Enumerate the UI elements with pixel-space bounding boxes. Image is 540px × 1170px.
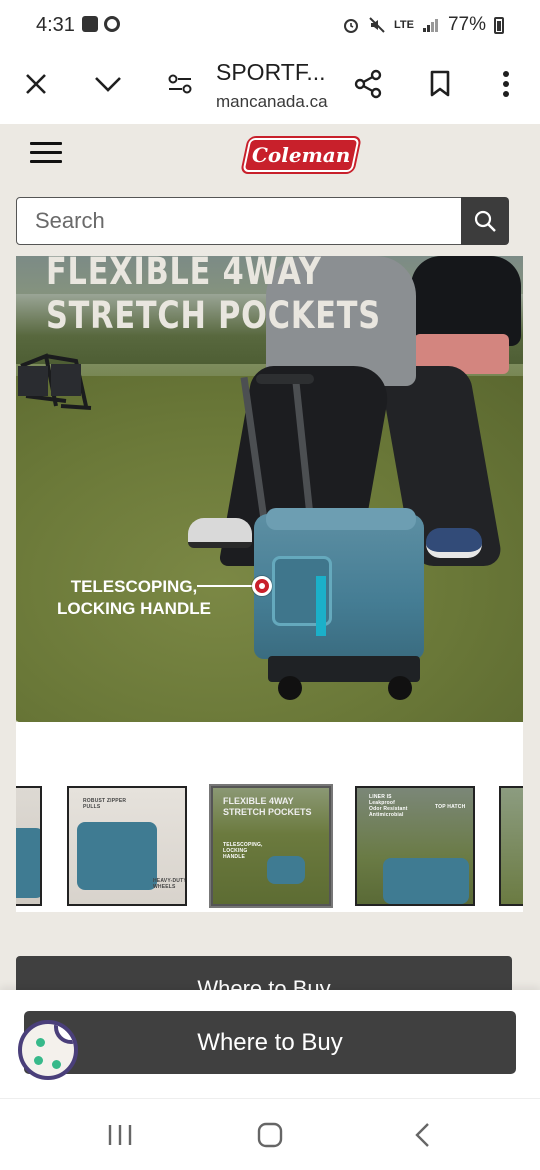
mute-icon bbox=[369, 17, 385, 33]
more-vert-icon bbox=[503, 71, 509, 97]
home-button[interactable] bbox=[240, 1115, 300, 1155]
thumbnail-2-selected[interactable]: FLEXIBLE 4WAY STRETCH POCKETS TELESCOPIN… bbox=[211, 786, 331, 906]
cooler-strap bbox=[316, 576, 326, 636]
recents-icon bbox=[108, 1125, 132, 1145]
recent-apps-button[interactable] bbox=[90, 1115, 150, 1155]
page-title: SPORTF... bbox=[216, 59, 326, 85]
search-box bbox=[16, 197, 462, 245]
brand-logo[interactable]: Coleman bbox=[242, 138, 360, 172]
site-settings-button[interactable] bbox=[158, 62, 202, 106]
minimize-button[interactable] bbox=[86, 62, 130, 106]
page-url[interactable]: mancanada.ca bbox=[216, 92, 338, 112]
walker-shoe bbox=[426, 528, 482, 558]
cooler-wheel bbox=[388, 676, 412, 700]
cookie-settings-icon[interactable] bbox=[18, 1020, 78, 1080]
alarm-icon bbox=[344, 19, 358, 33]
sticky-cta-bar: Where to Buy bbox=[0, 990, 540, 1098]
cooler-lid bbox=[266, 508, 416, 530]
close-icon bbox=[26, 74, 46, 94]
search-input[interactable] bbox=[17, 198, 461, 244]
thumb-headline-line1: FLEXIBLE 4WAY bbox=[223, 796, 294, 806]
cookie-chip bbox=[34, 1056, 43, 1065]
gallery-icon bbox=[82, 16, 98, 32]
status-bar: 4:31 LTE 77% bbox=[0, 0, 540, 50]
handle-callout-label: TELESCOPING, LOCKING HANDLE bbox=[44, 576, 224, 620]
thumbnail-0[interactable] bbox=[16, 786, 42, 906]
where-to-buy-inline-button[interactable]: Where to Buy bbox=[16, 956, 512, 990]
brand-logo-text: Coleman bbox=[251, 143, 351, 167]
hero-headline-line1: FLEXIBLE 4WAY bbox=[46, 256, 322, 293]
callout-connector bbox=[197, 585, 257, 587]
cookie-chip bbox=[36, 1038, 45, 1047]
thumb-liner-line4: Antimicrobial bbox=[369, 812, 404, 818]
close-tab-button[interactable] bbox=[14, 62, 58, 106]
thumb-headline: FLEXIBLE 4WAY STRETCH POCKETS bbox=[223, 796, 312, 818]
back-chevron-icon bbox=[415, 1123, 429, 1147]
bookmark-button[interactable] bbox=[418, 62, 462, 106]
where-to-buy-button[interactable]: Where to Buy bbox=[24, 1011, 516, 1074]
thumb-cooler bbox=[383, 858, 469, 904]
back-button[interactable] bbox=[392, 1115, 452, 1155]
status-time: 4:31 bbox=[36, 14, 75, 36]
where-to-buy-inline-label: Where to Buy bbox=[197, 976, 331, 990]
thumbnail-3[interactable]: LINER IS Leakproof Odor Resistant Antimi… bbox=[355, 786, 475, 906]
thumb-note-hatch: TOP HATCH bbox=[435, 804, 466, 810]
thumb-cooler bbox=[267, 856, 305, 884]
thumb-cooler bbox=[16, 828, 40, 898]
walker-jacket bbox=[411, 256, 521, 346]
thumb-note-wheels: HEAVY-DUTY WHEELS bbox=[153, 878, 187, 890]
product-hero-image[interactable]: FLEXIBLE 4WAY STRETCH POCKETS TELESCOPIN… bbox=[16, 256, 523, 722]
thumbnail-1[interactable]: ROBUST ZIPPER PULLS HEAVY-DUTY WHEELS bbox=[67, 786, 187, 906]
chrome-icon bbox=[104, 16, 120, 32]
thumbnail-carousel[interactable]: ROBUST ZIPPER PULLS HEAVY-DUTY WHEELS FL… bbox=[16, 722, 523, 912]
search-button[interactable] bbox=[461, 197, 509, 245]
hero-headline-line2: STRETCH POCKETS bbox=[46, 294, 381, 337]
hero-headline: FLEXIBLE 4WAY STRETCH POCKETS bbox=[46, 256, 381, 338]
menu-icon[interactable] bbox=[30, 142, 62, 166]
home-icon bbox=[257, 1122, 283, 1148]
callout-hotspot[interactable] bbox=[252, 576, 272, 596]
thumb-note-liner: LINER IS Leakproof Odor Resistant Antimi… bbox=[369, 794, 429, 818]
more-options-button[interactable] bbox=[484, 62, 528, 106]
cooler-wheel bbox=[278, 676, 302, 700]
cookie-chip bbox=[52, 1060, 61, 1069]
bookmark-icon bbox=[430, 70, 450, 97]
battery-icon bbox=[494, 16, 504, 34]
thumb-headline-line2: STRETCH POCKETS bbox=[223, 807, 312, 817]
battery-percent: 77% bbox=[447, 14, 486, 35]
share-icon bbox=[354, 69, 382, 99]
callout-line2: LOCKING HANDLE bbox=[57, 599, 211, 618]
thumbnail-4[interactable] bbox=[499, 786, 523, 906]
puller-shoe bbox=[188, 518, 252, 548]
status-right-group: LTE 77% bbox=[342, 14, 504, 36]
system-navigation-bar bbox=[0, 1098, 540, 1170]
chevron-down-icon bbox=[95, 77, 121, 92]
handle-grip bbox=[256, 374, 314, 384]
camp-chairs-illustration bbox=[18, 353, 92, 410]
thumb-note-handle: TELESCOPING, LOCKING HANDLE bbox=[223, 842, 263, 860]
callout-line1: TELESCOPING, bbox=[70, 577, 198, 596]
tune-icon bbox=[168, 74, 192, 94]
web-page: Coleman FLEXIBLE 4WAY bbox=[0, 124, 540, 990]
status-notification-icons bbox=[82, 16, 120, 32]
search-icon bbox=[474, 210, 496, 232]
thumb-note-zipper: ROBUST ZIPPER PULLS bbox=[83, 798, 127, 810]
signal-icon bbox=[422, 19, 438, 32]
browser-toolbar: SPORTF... mancanada.ca bbox=[0, 50, 540, 124]
share-button[interactable] bbox=[346, 62, 390, 106]
network-type: LTE bbox=[394, 19, 414, 31]
thumb-cooler bbox=[77, 822, 157, 890]
